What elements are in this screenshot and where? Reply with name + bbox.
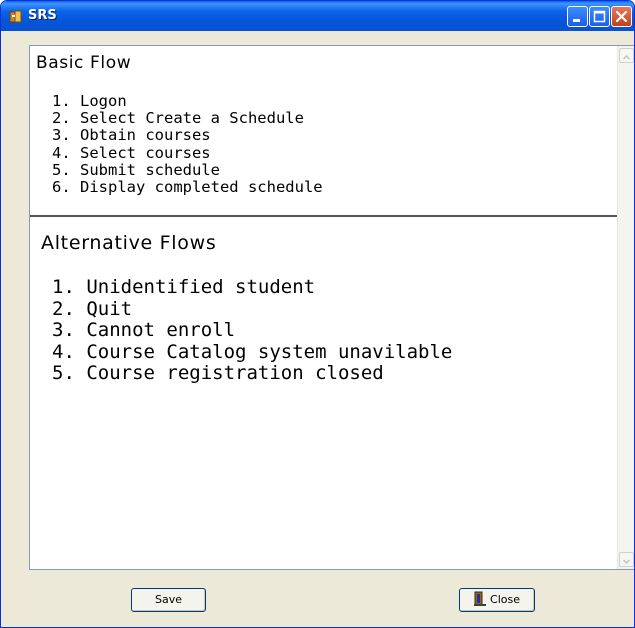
close-x-icon bbox=[615, 10, 628, 23]
save-button[interactable]: Save bbox=[131, 588, 206, 612]
alternative-flow-item: 1. Unidentified student bbox=[52, 276, 316, 298]
alternative-flow-item: 2. Quit bbox=[52, 297, 133, 320]
section-divider bbox=[30, 215, 618, 217]
chevron-up-icon bbox=[622, 54, 631, 60]
minimize-button[interactable] bbox=[567, 6, 588, 27]
window-title: SRS bbox=[28, 8, 57, 23]
minimize-icon bbox=[573, 19, 580, 22]
basic-flow-item: 4. Select courses bbox=[52, 143, 211, 162]
alternative-flows-heading: Alternative Flows bbox=[41, 232, 217, 254]
vertical-scrollbar[interactable] bbox=[617, 46, 634, 569]
scroll-down-button[interactable] bbox=[619, 552, 634, 567]
srs-window: SRS Basic Flow 1. Logon 2. Select Create… bbox=[0, 0, 635, 628]
title-bar[interactable]: SRS bbox=[1, 1, 634, 31]
alternative-flow-item: 3. Cannot enroll bbox=[52, 319, 236, 341]
close-button-label: Close bbox=[490, 593, 520, 606]
flows-text-area[interactable]: Basic Flow 1. Logon 2. Select Create a S… bbox=[29, 45, 634, 570]
close-window-button[interactable] bbox=[611, 6, 632, 27]
maximize-button[interactable] bbox=[589, 6, 610, 27]
chevron-down-icon bbox=[622, 559, 631, 565]
alternative-flow-item: 4. Course Catalog system unavilable bbox=[52, 340, 453, 363]
alternative-flow-item: 5. Course registration closed bbox=[52, 362, 384, 384]
scroll-up-button[interactable] bbox=[619, 48, 634, 63]
basic-flow-item: 6. Display completed schedule bbox=[52, 178, 323, 197]
alternative-flows-list: 1. Unidentified student 2. Quit 3. Canno… bbox=[52, 276, 453, 385]
basic-flow-item: 5. Submit schedule bbox=[52, 160, 220, 179]
close-button[interactable]: Close bbox=[459, 588, 535, 612]
srs-app-icon[interactable] bbox=[9, 9, 23, 23]
basic-flow-item: 3. Obtain courses bbox=[52, 126, 211, 145]
maximize-icon bbox=[593, 10, 606, 23]
basic-flow-item: 2. Select Create a Schedule bbox=[52, 109, 304, 128]
door-exit-icon bbox=[474, 591, 487, 606]
basic-flow-list: 1. Logon 2. Select Create a Schedule 3. … bbox=[52, 92, 323, 197]
basic-flow-item: 1. Logon bbox=[52, 92, 127, 110]
basic-flow-heading: Basic Flow bbox=[36, 53, 132, 73]
save-button-label: Save bbox=[154, 593, 182, 606]
